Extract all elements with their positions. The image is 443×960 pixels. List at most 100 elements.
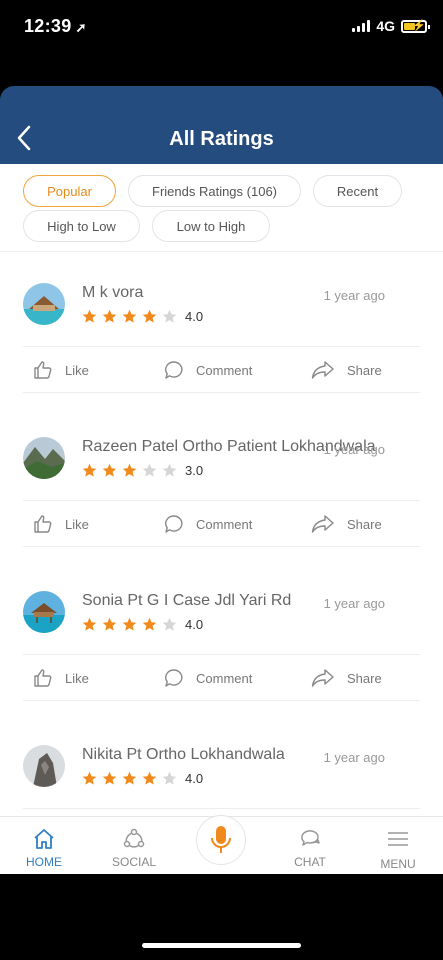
like-button[interactable]: Like	[33, 514, 89, 534]
page-title: All Ratings	[169, 128, 274, 150]
star-empty-icon	[162, 617, 177, 631]
comment-button[interactable]: Comment	[164, 360, 252, 380]
star-rating: 3.0	[82, 463, 203, 478]
like-label: Like	[65, 516, 89, 532]
star-filled-icon	[102, 617, 117, 631]
nav-menu[interactable]: MENU	[358, 817, 438, 875]
share-label: Share	[347, 516, 382, 532]
star-filled-icon	[102, 309, 117, 323]
review-time: 1 year ago	[323, 288, 385, 303]
filter-friends-ratings[interactable]: Friends Ratings (106)	[128, 175, 301, 207]
filter-high-to-low[interactable]: High to Low	[23, 210, 140, 242]
rating-card: Nikita Pt Ortho Lokhandwala 1 year ago 4.0…	[0, 714, 443, 816]
bottom-nav: HOME SOCIAL CHAT MENU	[0, 815, 443, 875]
star-rating: 4.0	[82, 309, 203, 324]
comment-label: Comment	[196, 670, 253, 686]
star-empty-icon	[142, 463, 157, 477]
share-button[interactable]: Share	[311, 360, 382, 380]
star-filled-icon	[102, 463, 117, 477]
star-filled-icon	[82, 463, 97, 477]
status-indicators: 4G ⚡	[352, 18, 430, 34]
nav-home[interactable]: HOME	[4, 817, 84, 875]
filter-chips: Popular Friends Ratings (106) Recent Hig…	[0, 164, 443, 252]
filter-low-to-high[interactable]: Low to High	[152, 210, 270, 242]
star-filled-icon	[122, 463, 137, 477]
like-button[interactable]: Like	[33, 360, 89, 380]
reviewer-name[interactable]: M k vora	[82, 284, 143, 302]
rating-card: M k vora 1 year ago 4.0 Like Comment Share	[0, 252, 443, 406]
rating-value: 4.0	[185, 771, 204, 786]
share-icon	[311, 669, 334, 687]
status-time: 12:39 ➚	[24, 16, 87, 37]
divider	[23, 700, 420, 701]
avatar[interactable]	[23, 591, 65, 633]
rating-card: Razeen Patel Ortho Patient Lokhandwala 1 …	[0, 406, 443, 560]
avatar[interactable]	[23, 437, 65, 479]
share-icon	[311, 515, 334, 533]
like-button[interactable]: Like	[33, 668, 89, 688]
rating-value: 3.0	[185, 463, 204, 478]
location-arrow-icon: ➚	[75, 20, 87, 35]
divider	[23, 546, 420, 547]
comment-icon	[165, 669, 183, 687]
home-icon	[34, 829, 54, 849]
star-filled-icon	[142, 617, 157, 631]
star-filled-icon	[122, 771, 137, 785]
comment-label: Comment	[196, 362, 253, 378]
social-icon	[123, 828, 145, 848]
comment-icon	[165, 361, 183, 379]
like-label: Like	[65, 670, 89, 686]
home-indicator	[142, 943, 301, 948]
like-icon	[34, 669, 52, 687]
share-icon	[311, 361, 334, 379]
share-button[interactable]: Share	[311, 668, 382, 688]
star-filled-icon	[142, 771, 157, 785]
share-label: Share	[347, 670, 382, 686]
avatar[interactable]	[23, 745, 65, 787]
star-filled-icon	[142, 309, 157, 323]
status-bar: 12:39 ➚ 4G ⚡	[0, 0, 443, 56]
like-label: Like	[65, 362, 89, 378]
divider	[23, 808, 420, 809]
hamburger-icon	[388, 832, 408, 846]
star-rating: 4.0	[82, 771, 203, 786]
divider	[23, 346, 420, 347]
rating-card: Sonia Pt G I Case Jdl Yari Rd 1 year ago 4…	[0, 560, 443, 714]
app-header: All Ratings	[0, 86, 443, 164]
nav-social-label: SOCIAL	[111, 855, 156, 869]
voice-search-button[interactable]	[196, 815, 246, 865]
star-filled-icon	[122, 309, 137, 323]
star-filled-icon	[82, 309, 97, 323]
rating-value: 4.0	[185, 309, 204, 324]
divider	[23, 654, 420, 655]
review-time: 1 year ago	[323, 750, 385, 765]
star-filled-icon	[82, 771, 97, 785]
reviewer-name[interactable]: Nikita Pt Ortho Lokhandwala	[82, 746, 285, 764]
reviewer-name[interactable]: Sonia Pt G I Case Jdl Yari Rd	[82, 592, 291, 610]
ratings-content[interactable]: Popular Friends Ratings (106) Recent Hig…	[0, 164, 443, 816]
avatar[interactable]	[23, 283, 65, 325]
nav-chat-label: CHAT	[294, 855, 326, 869]
filter-popular[interactable]: Popular	[23, 175, 116, 207]
clock: 12:39	[24, 16, 72, 36]
star-rating: 4.0	[82, 617, 203, 632]
star-empty-icon	[162, 771, 177, 785]
star-filled-icon	[82, 617, 97, 631]
filter-recent[interactable]: Recent	[313, 175, 402, 207]
network-type: 4G	[376, 18, 395, 34]
review-time: 1 year ago	[323, 442, 385, 457]
nav-chat[interactable]: CHAT	[270, 817, 350, 875]
nav-menu-label: MENU	[380, 857, 416, 871]
comment-button[interactable]: Comment	[164, 668, 252, 688]
signal-icon	[352, 20, 371, 32]
comment-label: Comment	[196, 516, 253, 532]
star-filled-icon	[102, 771, 117, 785]
rating-value: 4.0	[185, 617, 204, 632]
divider	[23, 500, 420, 501]
comment-button[interactable]: Comment	[164, 514, 252, 534]
chat-icon	[301, 830, 320, 846]
share-button[interactable]: Share	[311, 514, 382, 534]
battery-icon: ⚡	[401, 19, 430, 33]
nav-social[interactable]: SOCIAL	[94, 817, 174, 875]
review-time: 1 year ago	[323, 596, 385, 611]
